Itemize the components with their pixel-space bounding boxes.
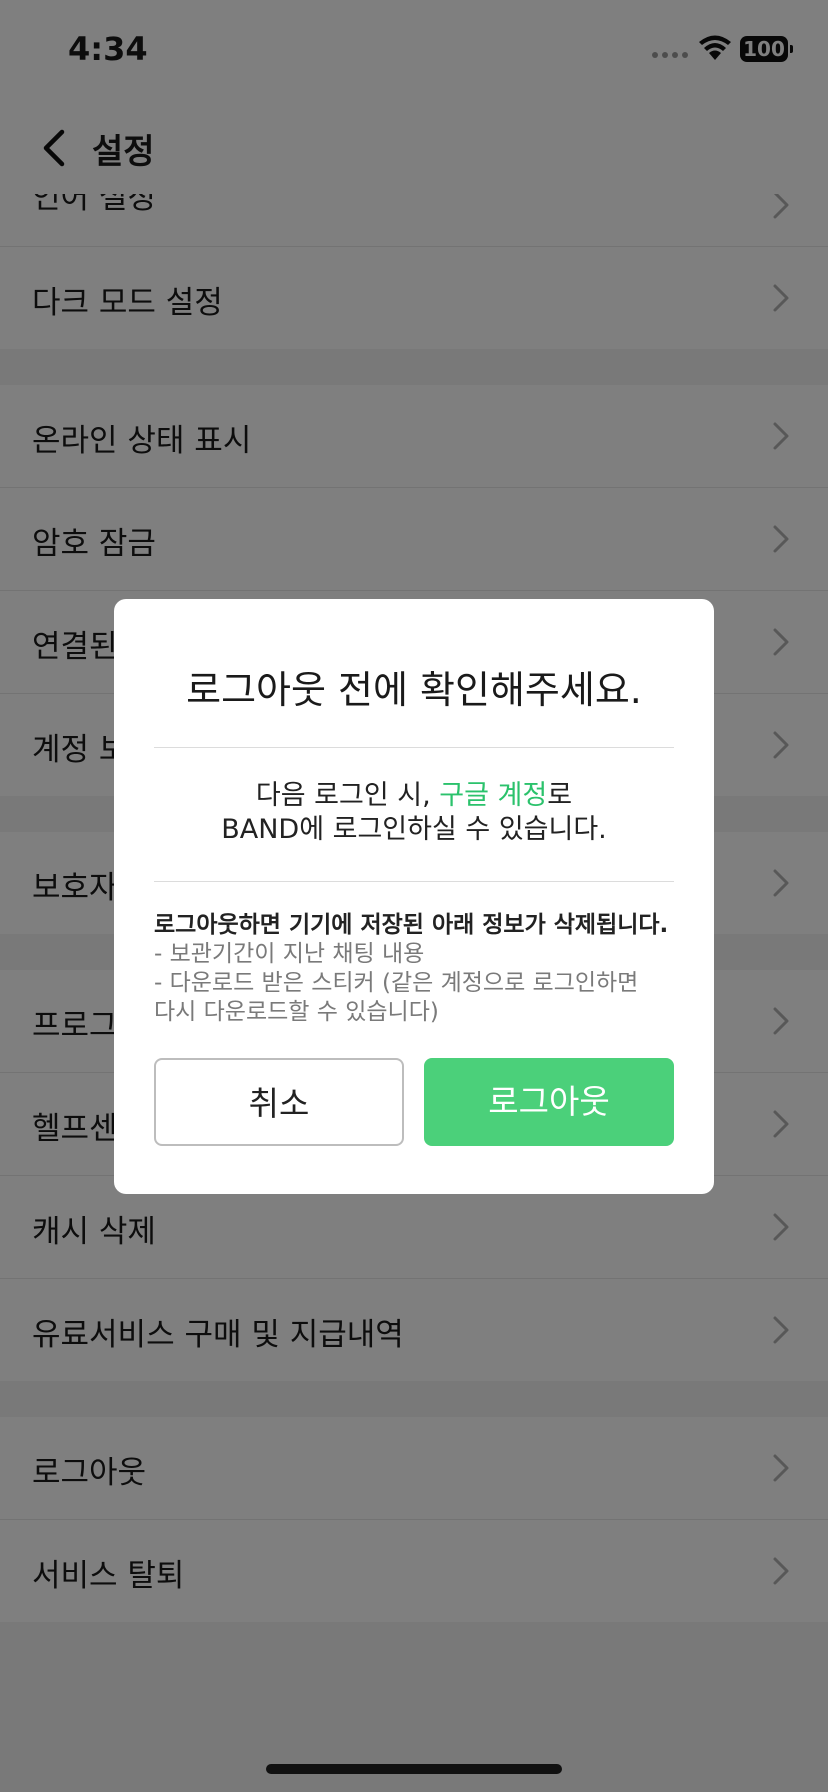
cancel-button[interactable]: 취소 [154,1058,404,1146]
message-suffix: 로 [547,780,573,811]
google-account-highlight: 구글 계정 [439,780,548,811]
dialog-divider [154,881,674,882]
dialog-title: 로그아웃 전에 확인해주세요. [186,668,642,712]
warning-item: 다시 다운로드할 수 있습니다) [154,999,439,1025]
logout-button[interactable]: 로그아웃 [424,1058,674,1146]
dialog-message: 다음 로그인 시, 구글 계정로 BAND에 로그인하실 수 있습니다. [114,779,714,847]
home-indicator[interactable] [266,1764,562,1774]
logout-confirm-dialog: 로그아웃 전에 확인해주세요. 다음 로그인 시, 구글 계정로 BAND에 로… [114,599,714,1194]
message-prefix: 다음 로그인 시, [255,780,440,811]
warning-item: - 보관기간이 지난 채팅 내용 [154,941,425,967]
warning-heading: 로그아웃하면 기기에 저장된 아래 정보가 삭제됩니다. [154,912,669,938]
warning-item: - 다운로드 받은 스티커 (같은 계정으로 로그인하면 [154,970,639,996]
message-line2: BAND에 로그인하실 수 있습니다. [221,814,607,845]
dialog-warning: 로그아웃하면 기기에 저장된 아래 정보가 삭제됩니다. - 보관기간이 지난 … [154,911,684,1027]
dialog-divider [154,747,674,748]
